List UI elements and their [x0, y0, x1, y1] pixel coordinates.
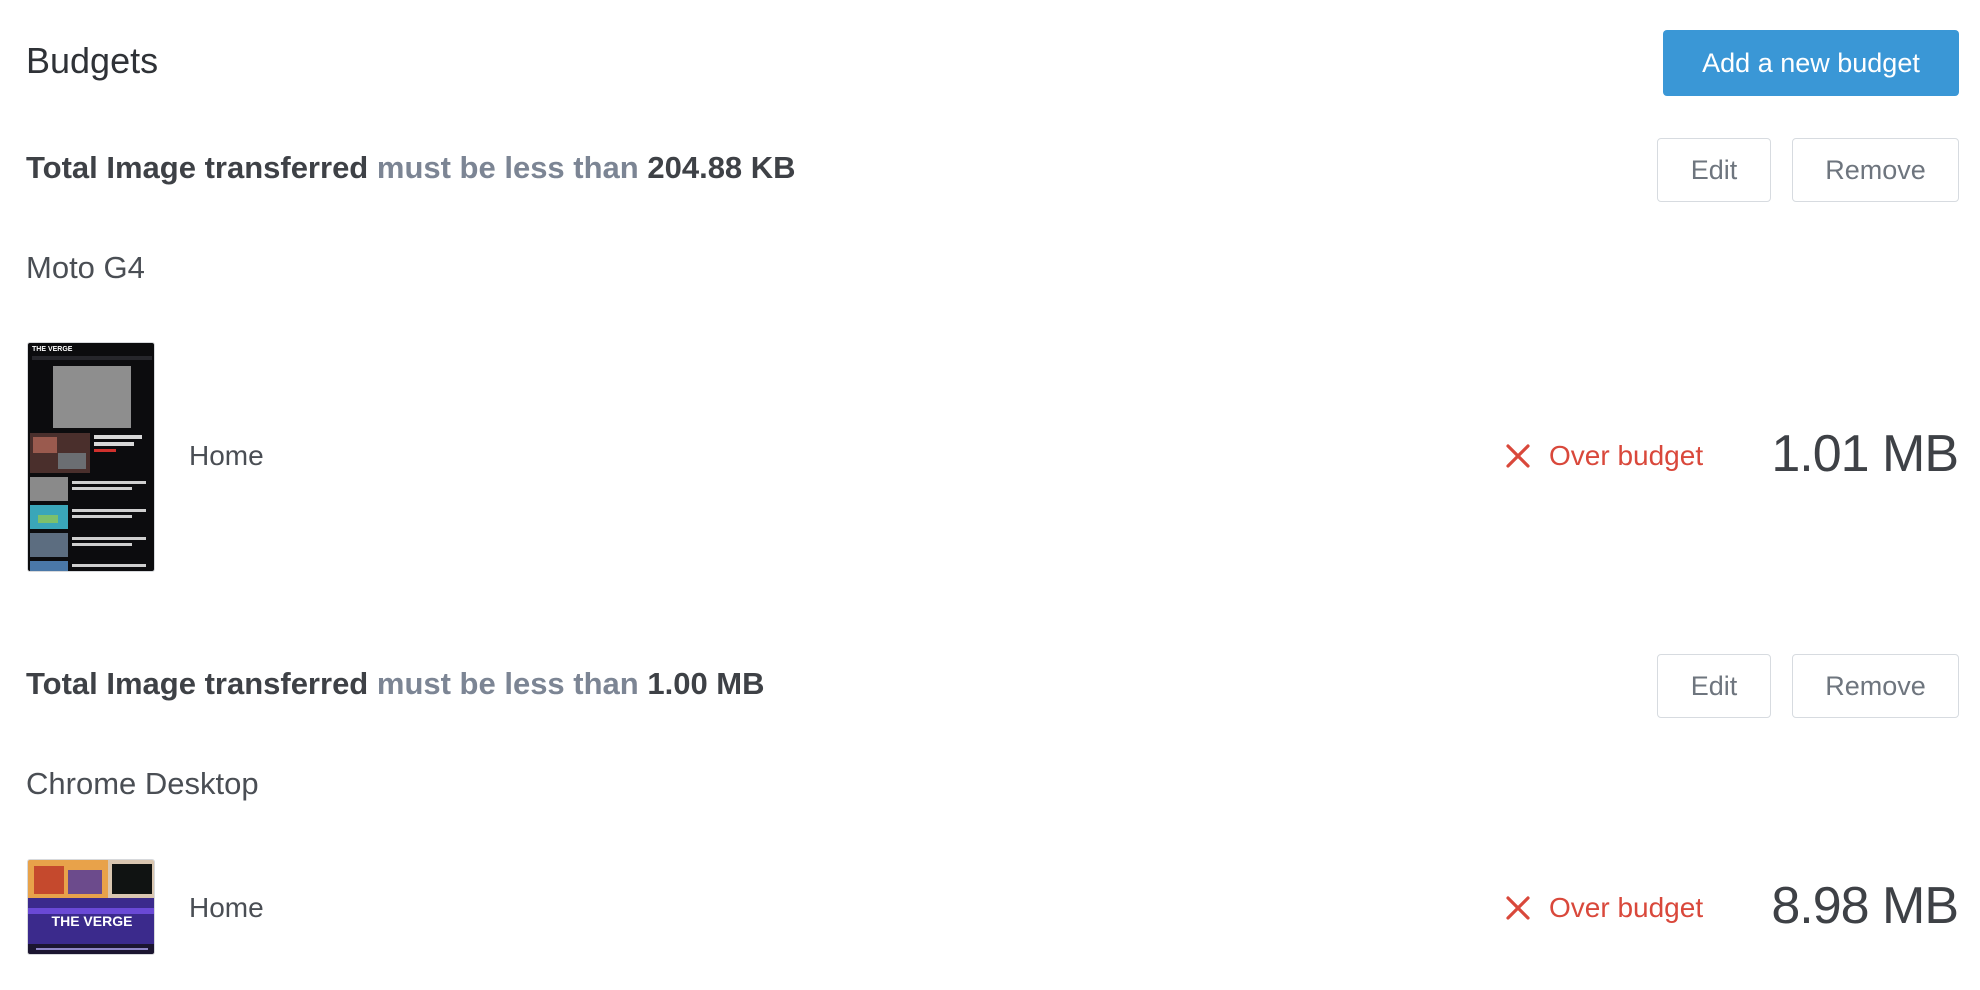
budget-status: Over budget — [1505, 440, 1703, 472]
budget-metric-label: Total Image transferred — [26, 666, 369, 701]
budget-condition: must be less than — [376, 666, 639, 701]
device-name: Chrome Desktop — [26, 766, 259, 801]
metric-value: 8.98 MB — [1771, 877, 1959, 935]
metric-value: 1.01 MB — [1771, 425, 1959, 483]
budget-rule: Total Image transferred must be less tha… — [26, 666, 765, 702]
close-x-icon — [1506, 444, 1530, 468]
budget-rule: Total Image transferred must be less tha… — [26, 150, 796, 186]
budget-status: Over budget — [1505, 892, 1703, 924]
budget-threshold: 1.00 MB — [647, 666, 765, 701]
page-thumbnail-image: THE VERGE — [28, 343, 154, 571]
thumbnail-logo: THE VERGE — [52, 913, 133, 929]
budget-condition: must be less than — [376, 150, 639, 185]
remove-budget-button[interactable]: Remove — [1792, 654, 1959, 718]
edit-budget-button[interactable]: Edit — [1657, 138, 1771, 202]
page-thumbnail: THE VERGE — [27, 342, 155, 572]
remove-budget-button[interactable]: Remove — [1792, 138, 1959, 202]
edit-budget-button[interactable]: Edit — [1657, 654, 1771, 718]
budget-threshold: 204.88 KB — [647, 150, 796, 185]
close-x-icon — [1506, 896, 1530, 920]
status-label: Over budget — [1549, 440, 1704, 471]
budget-metric-label: Total Image transferred — [26, 150, 369, 185]
status-label: Over budget — [1549, 892, 1704, 923]
thumbnail-logo: THE VERGE — [32, 346, 73, 353]
page-thumbnail: THE VERGE — [27, 859, 155, 955]
page-name: Home — [189, 892, 264, 923]
page-title: Budgets — [26, 40, 159, 81]
page-thumbnail-image: THE VERGE — [28, 860, 154, 954]
device-name: Moto G4 — [26, 250, 145, 285]
page-name: Home — [189, 440, 264, 471]
add-budget-button[interactable]: Add a new budget — [1663, 30, 1959, 96]
